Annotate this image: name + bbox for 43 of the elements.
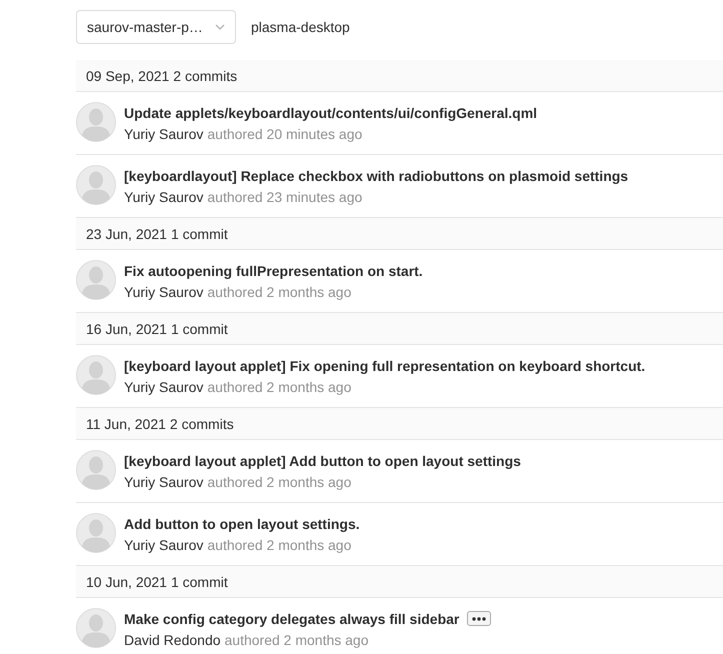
authored-time: authored 2 months ago — [207, 378, 352, 394]
commit-count: 1 commit — [170, 320, 228, 336]
avatar-icon — [76, 260, 116, 300]
authored-time: authored 23 minutes ago — [207, 188, 362, 204]
caret-icon — [215, 24, 225, 30]
authored-time: authored 2 months ago — [224, 632, 369, 648]
authored-time: authored 2 months ago — [207, 284, 352, 300]
avatar-icon — [76, 450, 116, 490]
commit-count: 2 commits — [170, 416, 234, 432]
avatar-icon — [76, 513, 116, 553]
expand-description-button[interactable] — [467, 611, 492, 626]
project-name: plasma-desktop — [251, 19, 350, 35]
author-link[interactable]: David Redondo — [124, 632, 221, 648]
day-date: 23 Jun, 2021 — [86, 226, 167, 242]
commit-count: 1 commit — [170, 226, 228, 242]
commit-count: 2 commits — [173, 68, 238, 84]
author-link[interactable]: Yuriy Saurov — [124, 474, 204, 490]
author-link[interactable]: Yuriy Saurov — [124, 378, 204, 394]
avatar-icon — [76, 608, 116, 648]
commit-title[interactable]: [keyboardlayout] Replace checkbox with radiobuttons on plasmoid settings — [124, 168, 628, 184]
commit-title[interactable]: Update applets/keyboardlayout/contents/ui/configGeneral.qml — [124, 104, 538, 120]
commit-title[interactable]: Make config category delegates always fill sidebar — [124, 610, 460, 626]
commit-title[interactable]: [keyboard layout applet] Add button to open layout settings — [124, 452, 521, 468]
author-link[interactable]: Yuriy Saurov — [124, 536, 204, 552]
author-link[interactable]: Yuriy Saurov — [124, 188, 204, 204]
branch-dropdown[interactable]: saurov-master-p… — [76, 10, 236, 44]
day-date: 11 Jun, 2021 — [86, 416, 166, 432]
commit-title[interactable]: Add button to open layout settings. — [124, 516, 360, 532]
ellipsis-icon — [472, 616, 486, 620]
authored-time: authored 2 months ago — [207, 536, 352, 552]
day-date: 10 Jun, 2021 — [86, 574, 167, 590]
authored-time: authored 20 minutes ago — [207, 126, 362, 142]
avatar-icon — [76, 355, 116, 395]
author-link[interactable]: Yuriy Saurov — [124, 126, 204, 142]
day-date: 16 Jun, 2021 — [86, 320, 167, 336]
commit-title[interactable]: [keyboard layout applet] Fix opening full representation on keyboard shortcut. — [124, 358, 646, 374]
author-link[interactable]: Yuriy Saurov — [124, 284, 204, 300]
day-date: 09 Sep, 2021 — [86, 68, 170, 84]
avatar-icon — [76, 102, 116, 142]
avatar-icon — [76, 165, 116, 205]
commit-count: 1 commit — [170, 574, 228, 590]
authored-time: authored 2 months ago — [207, 474, 352, 490]
commit-title[interactable]: Fix autoopening fullPrepresentation on start. — [124, 262, 423, 278]
